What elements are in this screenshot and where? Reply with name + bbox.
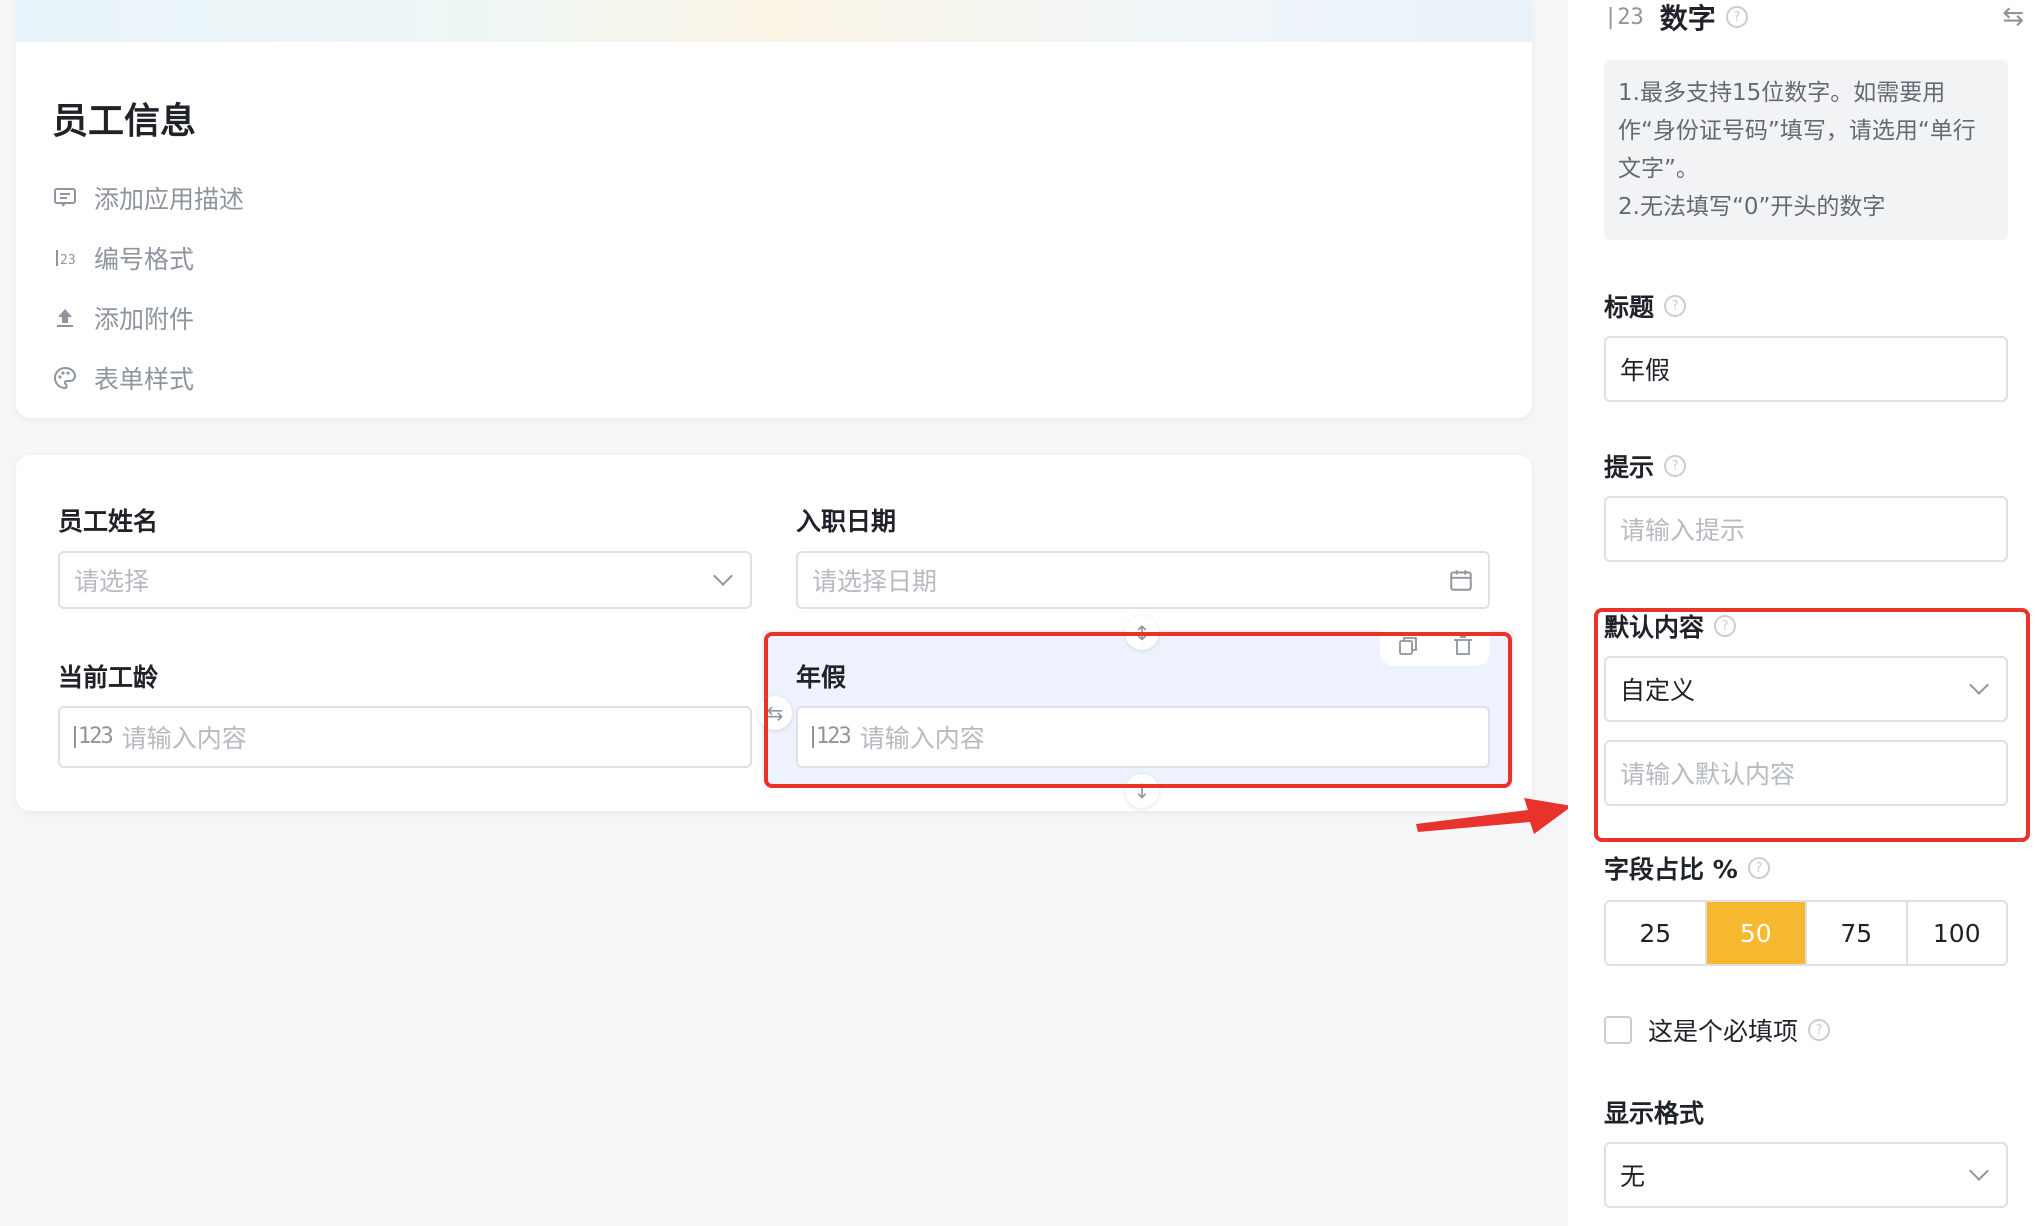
field-label-hire-date: 入职日期 (796, 507, 897, 536)
calendar-icon (1448, 567, 1474, 593)
display-format-label: 显示格式 (1604, 1099, 1705, 1128)
title-label: 标题? (1604, 288, 1687, 324)
help-icon[interactable]: ? (1747, 857, 1770, 879)
hint-label: 提示? (1604, 448, 1687, 484)
app-header-card: 员工信息 添加应用描述 23 编号格式 添加附件 表单样式 (16, 0, 1532, 418)
meta-label: 添加应用描述 (94, 185, 245, 214)
number-icon: 123 (74, 726, 114, 748)
svg-text:23: 23 (60, 253, 76, 268)
upload-icon (52, 305, 78, 331)
width-option-100[interactable]: 100 (1908, 902, 2007, 964)
employee-name-select[interactable]: 请选择 (58, 551, 752, 609)
help-icon[interactable]: ? (1725, 6, 1748, 28)
number-format-icon: 23 (52, 245, 78, 271)
panel-header: |23 数字 ? ⇆ (1604, 0, 2024, 35)
select-placeholder: 请选择 (74, 567, 150, 596)
annotation-arrow-icon (1416, 798, 1572, 834)
highlight-box-selected-field (764, 632, 1512, 788)
tip-line: 1.最多支持15位数字。如需要用作“身份证号码”填写，请选用“单行文字”。 (1618, 80, 1976, 182)
add-attachment-button[interactable]: 添加附件 (52, 288, 244, 348)
meta-label: 表单样式 (94, 365, 195, 394)
required-checkbox[interactable] (1604, 1016, 1632, 1044)
width-option-25[interactable]: 25 (1606, 902, 1707, 964)
required-row: 这是个必填项 ? (1604, 1012, 1831, 1048)
field-label-seniority: 当前工龄 (58, 663, 159, 692)
hire-date-picker[interactable]: 请选择日期 (796, 551, 1490, 609)
field-type-tips: 1.最多支持15位数字。如需要用作“身份证号码”填写，请选用“单行文字”。 2.… (1604, 60, 2008, 240)
width-option-75[interactable]: 75 (1807, 902, 1908, 964)
number-placeholder: 请输入内容 (121, 724, 247, 753)
help-icon[interactable]: ? (1808, 1019, 1831, 1041)
width-ratio-segmented: 25 50 75 100 (1604, 900, 2008, 966)
number-icon: |23 (1604, 4, 1644, 30)
field-label-employee-name: 员工姓名 (58, 507, 159, 536)
meta-label: 添加附件 (94, 305, 195, 334)
date-placeholder: 请选择日期 (812, 567, 938, 596)
add-description-button[interactable]: 添加应用描述 (52, 168, 244, 228)
required-label: 这是个必填项 (1648, 1017, 1799, 1046)
help-icon[interactable]: ? (1664, 455, 1687, 477)
field-type-title: 数字 (1659, 2, 1716, 35)
tip-line: 2.无法填写“0”开头的数字 (1618, 194, 1886, 220)
app-title[interactable]: 员工信息 (52, 92, 196, 144)
width-option-50[interactable]: 50 (1706, 902, 1807, 964)
hint-placeholder: 请输入提示 (1620, 516, 1746, 545)
title-input[interactable]: 年假 (1604, 336, 2008, 402)
meta-label: 编号格式 (94, 245, 195, 274)
display-format-select[interactable]: 无 (1604, 1142, 2008, 1208)
header-banner (16, 0, 1532, 42)
palette-icon (52, 365, 78, 391)
app-meta-list: 添加应用描述 23 编号格式 添加附件 表单样式 (52, 168, 244, 408)
highlight-box-default-content (1594, 608, 2030, 842)
switch-type-icon[interactable]: ⇆ (2002, 2, 2024, 32)
title-value: 年假 (1620, 356, 1671, 385)
width-ratio-label: 字段占比 %? (1604, 850, 1770, 886)
seniority-number-input[interactable]: 123 请输入内容 (58, 706, 752, 768)
number-format-button[interactable]: 23 编号格式 (52, 228, 244, 288)
form-style-button[interactable]: 表单样式 (52, 348, 244, 408)
comment-icon (52, 185, 78, 211)
help-icon[interactable]: ? (1664, 295, 1687, 317)
display-format-value: 无 (1620, 1162, 1646, 1191)
chevron-down-icon (713, 566, 736, 586)
hint-input[interactable]: 请输入提示 (1604, 496, 2008, 562)
chevron-down-icon (1969, 1161, 1989, 1181)
